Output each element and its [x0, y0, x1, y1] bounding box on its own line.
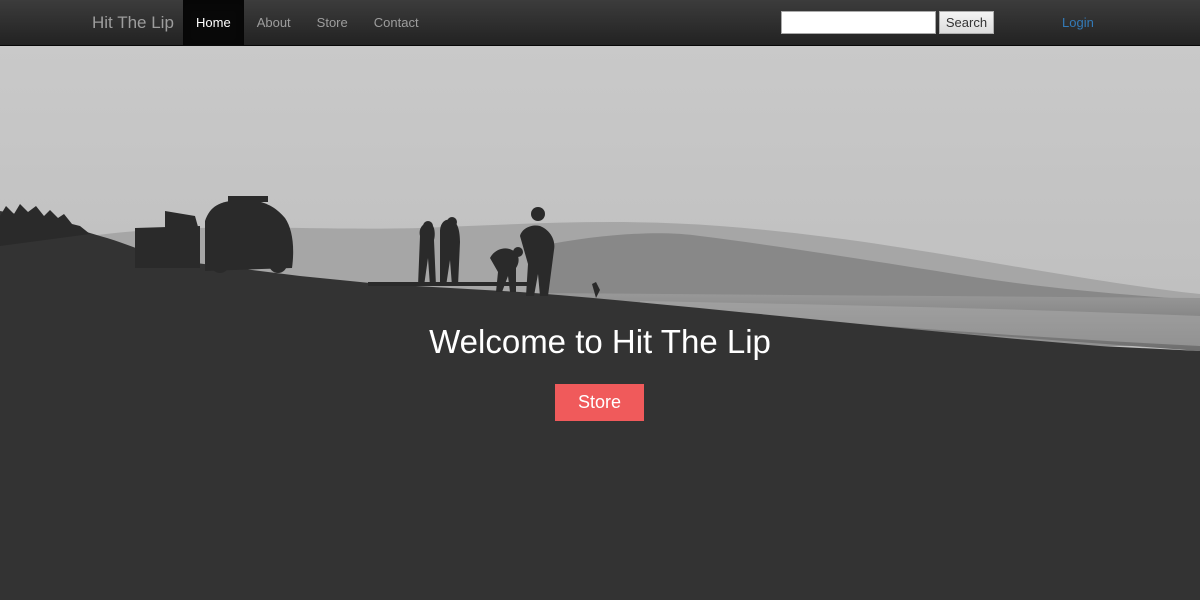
nav-item-about: About	[244, 0, 304, 45]
search-button[interactable]: Search	[939, 11, 994, 34]
nav-link-contact[interactable]: Contact	[361, 0, 432, 45]
nav-link-about[interactable]: About	[244, 0, 304, 45]
nav-item-contact: Contact	[361, 0, 432, 45]
nav-link-store[interactable]: Store	[304, 0, 361, 45]
top-navbar: Hit The Lip Home About Store Contact Sea…	[0, 0, 1200, 46]
store-button[interactable]: Store	[555, 384, 644, 421]
hero-overlay: Welcome to Hit The Lip Store	[0, 46, 1200, 600]
hero-section: Welcome to Hit The Lip Store	[0, 46, 1200, 600]
nav-link-home[interactable]: Home	[183, 0, 244, 45]
nav-item-store: Store	[304, 0, 361, 45]
hero-title: Welcome to Hit The Lip	[429, 323, 771, 360]
login-link[interactable]: Login	[1062, 15, 1094, 30]
nav-item-home: Home	[183, 0, 244, 45]
search-input[interactable]	[781, 11, 936, 34]
brand-link[interactable]: Hit The Lip	[92, 13, 174, 33]
main-nav: Home About Store Contact	[183, 0, 432, 45]
